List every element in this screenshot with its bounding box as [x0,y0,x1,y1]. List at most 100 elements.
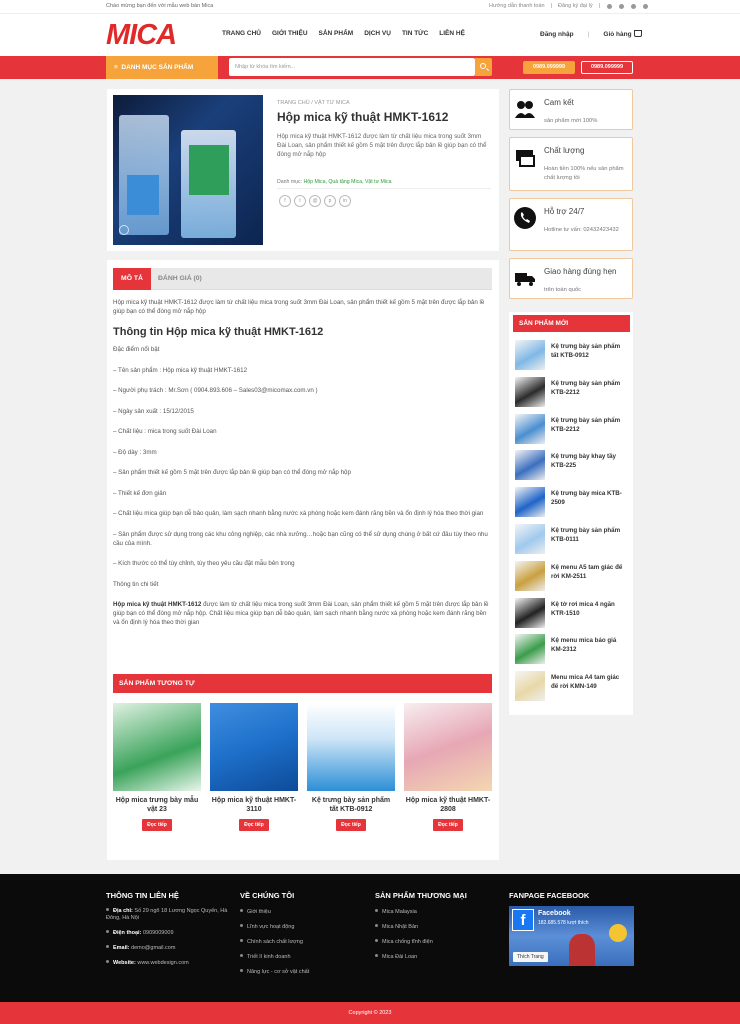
related-product-image[interactable] [113,703,201,791]
category-links[interactable]: Hộp Mica, Quà tặng Mica, Vật tư Mica [304,179,392,185]
new-product-image[interactable] [515,634,545,665]
hotline-button-1[interactable]: 0989.099999 [523,61,575,74]
new-product-item[interactable]: Kệ trưng bày sản phẩm KTB-2212 [515,413,629,446]
nav-home[interactable]: TRANG CHỦ [222,30,261,37]
new-product-name[interactable]: Kệ trưng bày mica KTB-2509 [551,489,627,507]
linkedin-share-icon[interactable]: in [339,195,351,207]
new-product-name[interactable]: Kệ trưng bày sản phẩm KTB-2212 [551,416,627,434]
description-line: – Độ dày : 3mm [113,448,157,456]
description-line: – Chất liệu : mica trong suốt Đài Loan [113,428,217,435]
feature-box: Giao hàng đúng hẹn trên toàn quốc [509,258,633,299]
new-product-item[interactable]: Kệ trưng bày sản phẩm KTB-2212 [515,376,629,409]
pinterest-share-icon[interactable]: p [324,195,336,207]
email-icon[interactable] [631,3,637,9]
related-product-image[interactable] [210,703,298,791]
new-product-image[interactable] [515,671,545,702]
new-product-image[interactable] [515,376,545,407]
new-product-image[interactable] [515,560,545,591]
email-share-icon[interactable]: @ [309,195,321,207]
footer-link[interactable]: Mica Malaysia [382,909,417,915]
tab-reviews[interactable]: ĐÁNH GIÁ (0) [158,268,202,290]
new-product-name[interactable]: Kệ menu A5 tam giác đế rời KM-2511 [551,563,627,581]
footer-link[interactable]: Mica chống tĩnh điện [382,939,433,945]
logo[interactable]: MICA [106,19,177,52]
product-title: Hộp mica kỹ thuật HMKT-1612 [277,110,449,124]
new-product-name[interactable]: Menu mica A4 tam giác đế rời KMN-149 [551,673,627,691]
tab-description[interactable]: MÔ TẢ [113,268,151,290]
new-product-item[interactable]: Kệ trưng bày sản phẩm tất KTB-0912 [515,340,629,372]
read-more-button[interactable]: Đọc tiếp [336,819,366,831]
feature-title: Hỗ trợ 24/7 [544,207,585,216]
category-label: Danh mục: [277,179,303,185]
read-more-button[interactable]: Đọc tiếp [239,819,269,831]
hotline-button-2[interactable]: 0989.099999 [581,61,633,74]
zoom-icon[interactable] [119,225,129,235]
footer-link[interactable]: Lĩnh vực hoạt động [247,924,294,930]
feature-box: Hỗ trợ 24/7 Hotline tư vấn: 02432423432 [509,198,633,251]
footer-link[interactable]: Chính sách chất lượng [247,939,303,945]
new-product-name[interactable]: Kệ trưng bày sản phẩm tất KTB-0912 [551,342,627,360]
related-product-name[interactable]: Kệ trưng bày sản phẩm tất KTB-0912 [307,797,395,814]
category-menu-button[interactable]: ≡ DANH MỤC SẢN PHẨM [106,56,218,79]
nav-news[interactable]: TIN TỨC [402,30,428,37]
facebook-page-name[interactable]: Facebook [538,910,571,917]
new-product-image[interactable] [515,340,545,370]
new-product-image[interactable] [515,524,545,554]
cart-link[interactable]: Giỏ hàng [603,30,642,38]
youtube-icon[interactable] [643,3,649,9]
search-button[interactable] [475,58,492,76]
website-value[interactable]: www.webdesign.com [136,960,188,966]
description-line: – Kích thước có thể tùy chỉnh, tùy theo … [113,560,295,567]
nav-about[interactable]: GIỚI THIỆU [272,30,308,37]
footer-link[interactable]: Triết lí kinh doanh [247,954,291,960]
new-product-name[interactable]: Kệ tờ rơi mica 4 ngăn KTR-1510 [551,600,627,618]
product-image[interactable] [113,95,263,245]
new-product-item[interactable]: Kệ tờ rơi mica 4 ngăn KTR-1510 [515,597,629,630]
agent-register-link[interactable]: Đăng ký đại lý [558,3,593,9]
new-product-item[interactable]: Kệ trưng bày mica KTB-2509 [515,487,629,519]
read-more-button[interactable]: Đọc tiếp [142,819,172,831]
nav-contact[interactable]: LIÊN HỆ [439,30,465,37]
facebook-page-widget[interactable]: f Facebook 182.685.578 lượt thích Thích … [509,906,634,966]
related-product-name[interactable]: Hộp mica trưng bày mẫu vật 23 [113,797,201,814]
related-product[interactable]: Kệ trưng bày sản phẩm tất KTB-0912 Đọc t… [307,703,395,831]
payment-guide-link[interactable]: Hướng dẫn thanh toán [489,3,545,9]
new-product-image[interactable] [515,450,545,481]
description-line: – Người phụ trách : Mr.Sơn ( 0904.893.60… [113,387,318,394]
new-product-item[interactable]: Kệ trưng bày khay tầy KTB-225 [515,450,629,482]
new-product-item[interactable]: Kệ menu A5 tam giác đế rời KM-2511 [515,560,629,593]
new-product-name[interactable]: Kệ trưng bày khay tầy KTB-225 [551,452,627,470]
related-product-name[interactable]: Hộp mica kỹ thuật HMKT-2808 [404,797,492,814]
footer-link[interactable]: Mica Đài Loan [382,954,417,960]
new-product-image[interactable] [515,487,545,518]
email-value[interactable]: demo@gmail.com [130,945,175,951]
related-product-image[interactable] [404,703,492,791]
facebook-icon[interactable] [607,3,613,9]
breadcrumb[interactable]: TRANG CHỦ / VẬT TƯ MICA [277,100,350,106]
twitter-share-icon[interactable]: t [294,195,306,207]
new-product-name[interactable]: Kệ trưng bày sản phẩm KTB-2212 [551,379,627,397]
related-product[interactable]: Hộp mica trưng bày mẫu vật 23 Đọc tiếp [113,703,201,831]
nav-services[interactable]: DỊCH VỤ [364,30,391,37]
read-more-button[interactable]: Đọc tiếp [433,819,463,831]
new-product-name[interactable]: Kệ menu mica báo giá KM-2312 [551,636,627,654]
related-product[interactable]: Hộp mica kỹ thuật HMKT-3110 Đọc tiếp [210,703,298,831]
new-product-item[interactable]: Menu mica A4 tam giác đế rời KMN-149 [515,671,629,703]
new-product-item[interactable]: Kệ trưng bày sản phẩm KTB-0111 [515,524,629,556]
related-product-name[interactable]: Hộp mica kỹ thuật HMKT-3110 [210,797,298,814]
search-input[interactable]: Nhập từ khóa tìm kiếm... [229,58,475,76]
footer-link[interactable]: Mica Nhật Bản [382,924,418,930]
footer-link[interactable]: Giới thiệu [247,909,271,915]
new-product-item[interactable]: Kệ menu mica báo giá KM-2312 [515,634,629,666]
new-product-name[interactable]: Kệ trưng bày sản phẩm KTB-0111 [551,526,627,544]
related-product-image[interactable] [307,703,395,791]
footer-link[interactable]: Năng lực - cơ sở vật chất [247,969,309,975]
facebook-share-icon[interactable]: f [279,195,291,207]
nav-products[interactable]: SẢN PHẨM [319,30,354,37]
login-link[interactable]: Đăng nhập [540,31,574,38]
new-product-image[interactable] [515,597,545,628]
instagram-icon[interactable] [619,3,625,9]
facebook-like-button[interactable]: Thích Trang [513,952,548,962]
new-product-image[interactable] [515,413,545,444]
related-product[interactable]: Hộp mica kỹ thuật HMKT-2808 Đọc tiếp [404,703,492,831]
